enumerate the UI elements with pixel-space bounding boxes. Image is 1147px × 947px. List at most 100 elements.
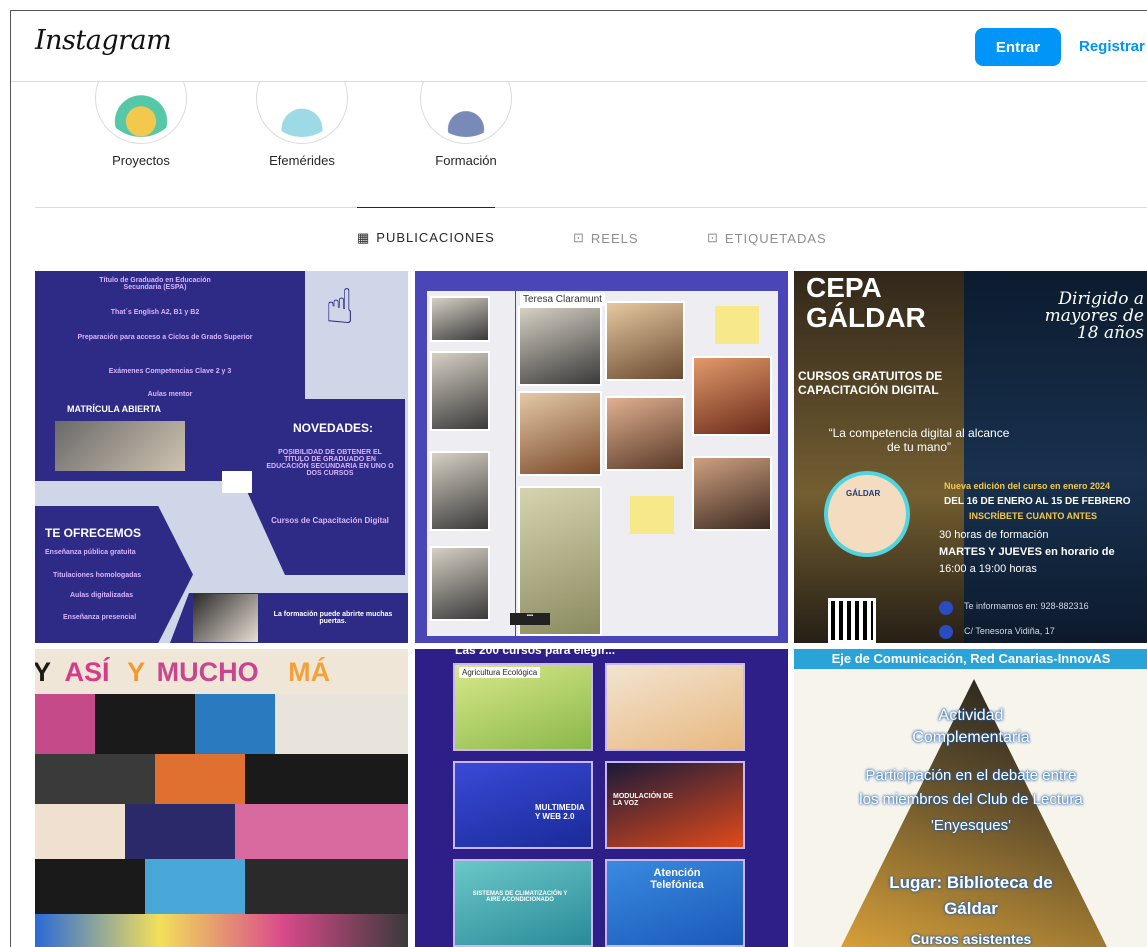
post-text: C/ Tenesora Vidiña, 17 xyxy=(964,626,1055,636)
course-card: MULTIMEDIA Y WEB 2.0 xyxy=(453,761,593,849)
logo-text: GÁLDAR xyxy=(846,489,881,498)
post-text: Te informamos en: 928-882316 xyxy=(964,601,1089,611)
post-text: Gáldar xyxy=(944,899,998,918)
post-text: Complementaria xyxy=(912,729,1030,746)
tab-label: ETIQUETADAS xyxy=(724,230,827,246)
heading-word: Y xyxy=(35,657,51,688)
course-card-label: MULTIMEDIA Y WEB 2.0 xyxy=(535,803,585,821)
post-heading: Y ASÍ Y MUCHO MÁ xyxy=(35,649,408,694)
post-text: Título de Graduado en Educación Secundar… xyxy=(99,277,211,291)
tab-reels[interactable]: ⊡ REELS xyxy=(573,208,639,268)
collage-cell xyxy=(35,804,125,859)
school-logo: GÁLDAR xyxy=(824,471,910,557)
sticky-note xyxy=(630,496,674,534)
post-text: Cursos de Capacitación Digital xyxy=(271,516,389,525)
post-text: DEL 16 DE ENERO AL 15 DE FEBRERO xyxy=(944,496,1131,507)
portrait-photo xyxy=(430,296,490,342)
post-banner: Eje de Comunicación, Red Canarias-InnovA… xyxy=(794,649,1147,669)
post-title-line: CEPA xyxy=(806,272,882,303)
post-text: NOVEDADES: xyxy=(293,421,374,435)
phone-icon xyxy=(939,601,953,615)
collage-cell xyxy=(195,694,275,754)
portrait-photo xyxy=(430,451,490,531)
collage-cell xyxy=(245,859,408,914)
post-text: Exámenes Competencias Clave 2 y 3 xyxy=(108,368,232,375)
post-text: MARTES Y JUEVES en horario de xyxy=(939,546,1115,558)
post-text: 30 horas de formación xyxy=(939,529,1049,541)
post-thumbnail[interactable]: CEPA GÁLDAR Dirigido a mayores de 18 año… xyxy=(794,271,1147,643)
highlight-label: Proyectos xyxy=(112,153,170,168)
portrait-photo xyxy=(605,396,685,471)
tagged-icon: ⊡ xyxy=(707,230,719,245)
portrait-photo xyxy=(518,391,602,476)
portrait-photo xyxy=(605,301,685,381)
post-text: Enseñanza presencial xyxy=(63,614,137,621)
heading-word: MUCHO xyxy=(156,657,259,687)
post-text: Enseñanza pública gratuita xyxy=(45,549,136,556)
register-link[interactable]: Registrar xyxy=(1079,38,1145,55)
post-text: Lugar: Biblioteca de xyxy=(889,873,1053,892)
post-thumbnail[interactable]: Teresa Claramunt ▪▪▪ xyxy=(415,271,788,643)
story-highlights: Proyectos Efemérides Formación xyxy=(11,52,1147,207)
collage-cell xyxy=(35,859,145,914)
post-title: CEPA GÁLDAR xyxy=(806,273,926,333)
post-text: Cursos asistentes xyxy=(910,931,1032,947)
highlight-label: Formación xyxy=(435,153,497,168)
post-thumbnail[interactable]: ¡Apúntate! ☝ Título de Graduado en Educa… xyxy=(35,271,408,643)
post-text: Nueva edición del curso en enero 2024 xyxy=(944,481,1111,491)
post-caption: Las 200 cursos para elegir... xyxy=(455,649,616,657)
post-text: MATRÍCULA ABIERTA xyxy=(67,404,161,414)
location-icon xyxy=(939,625,953,639)
collage-cell xyxy=(145,859,245,914)
post-text: La formación puede abrirte muchas puerta… xyxy=(273,611,393,625)
post-subtitle: Dirigido a mayores de 18 años xyxy=(1044,289,1144,343)
course-card: Atención Telefónica xyxy=(605,859,745,947)
course-card: MODULACIÓN DE LA VOZ xyxy=(605,761,745,849)
post-text: 'Enyesques' xyxy=(931,817,1011,834)
course-card-label: SISTEMAS DE CLIMATIZACIÓN Y AIRE ACONDIC… xyxy=(472,891,568,903)
post-text: That´s English A2, B1 y B2 xyxy=(110,309,200,316)
post-text: Titulaciones homologadas xyxy=(53,572,142,579)
post-text: POSIBILIDAD DE OBTENER EL TÍTULO DE GRAD… xyxy=(266,449,394,477)
heading-word: ASÍ xyxy=(64,657,110,687)
post-text: Participación en el debate entre xyxy=(865,767,1077,784)
tab-etiquetadas[interactable]: ⊡ ETIQUETADAS xyxy=(707,208,827,268)
profile-tabs: ▦ PUBLICACIONES ⊡ REELS ⊡ ETIQUETADAS xyxy=(35,207,1147,267)
course-card-label: Atención Telefónica xyxy=(650,867,704,891)
collage-cell xyxy=(95,694,195,754)
collage-cell xyxy=(155,754,245,804)
course-card: SISTEMAS DE CLIMATIZACIÓN Y AIRE ACONDIC… xyxy=(453,859,593,947)
post-text: Actividad xyxy=(938,707,1004,724)
post-text: INSCRÍBETE CUANTO ANTES xyxy=(969,511,1098,521)
post-photo xyxy=(193,594,258,642)
grid-icon: ▦ xyxy=(357,229,371,245)
graduation-cap-icon xyxy=(222,471,252,493)
login-button[interactable]: Entrar xyxy=(975,28,1061,66)
post-text: Aulas digitalizadas xyxy=(70,592,134,599)
portrait-photo xyxy=(430,351,490,431)
tab-label: PUBLICACIONES xyxy=(376,230,495,245)
post-text: los miembros del Club de Lectura xyxy=(859,791,1083,808)
collage-cell xyxy=(35,754,155,804)
post-thumbnail[interactable]: Eje de Comunicación, Red Canarias-InnovA… xyxy=(794,649,1147,947)
course-card: Agricultura Ecológica xyxy=(453,663,593,751)
tab-label: REELS xyxy=(590,230,639,246)
post-title-line: GÁLDAR xyxy=(806,302,926,333)
portrait-caption: Teresa Claramunt xyxy=(520,293,605,306)
post-text: TE OFRECEMOS xyxy=(45,526,142,540)
collage-cell xyxy=(275,694,408,754)
reels-icon: ⊡ xyxy=(573,230,585,245)
post-text: Aulas mentor xyxy=(147,391,193,398)
pointing-hand-icon: ☝ xyxy=(325,279,355,335)
instagram-logo[interactable]: Instagram xyxy=(35,25,172,56)
portrait-photo xyxy=(692,356,772,436)
collage-cell xyxy=(35,694,95,754)
course-card-label: MODULACIÓN DE LA VOZ xyxy=(613,793,673,807)
qr-code xyxy=(828,598,876,643)
collage-cell xyxy=(245,754,408,804)
sticky-note xyxy=(715,306,759,344)
post-thumbnail[interactable]: Las 200 cursos para elegir... Agricultur… xyxy=(415,649,788,947)
post-thumbnail[interactable]: Y ASÍ Y MUCHO MÁ xyxy=(35,649,408,947)
course-card xyxy=(605,663,745,751)
tab-publicaciones[interactable]: ▦ PUBLICACIONES xyxy=(357,207,495,267)
